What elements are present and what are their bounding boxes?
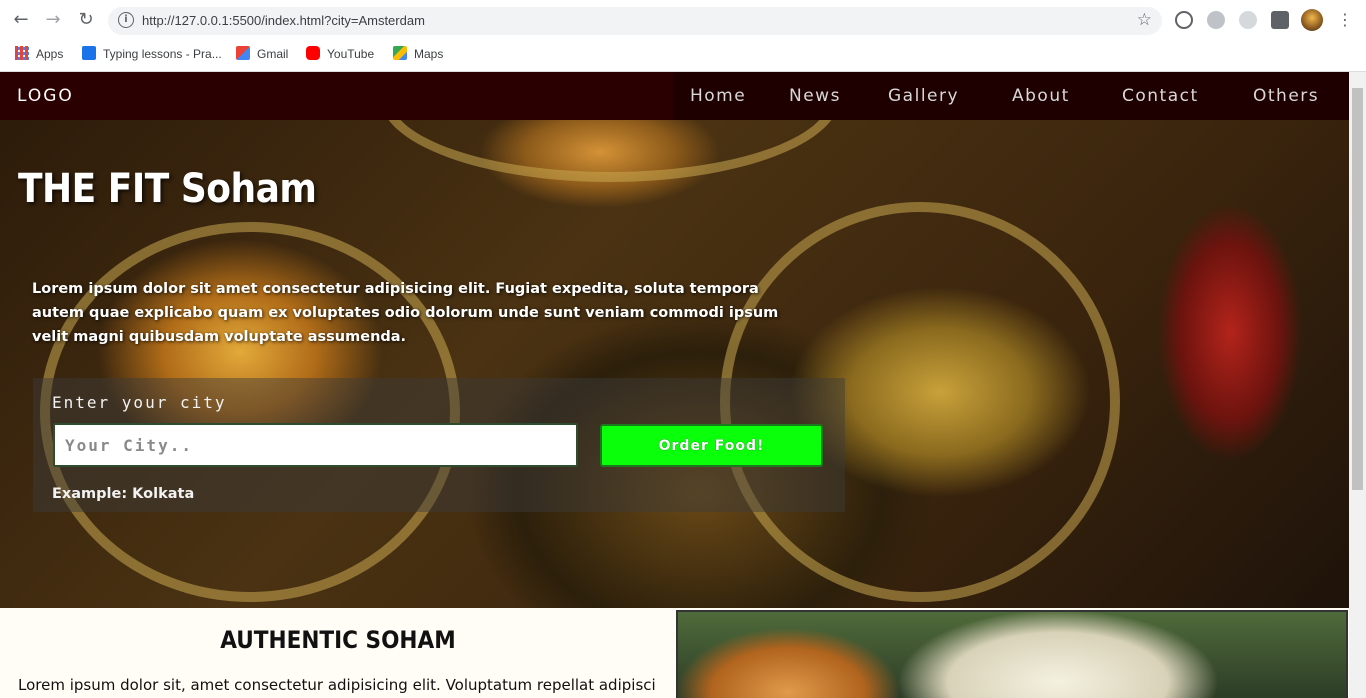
city-input[interactable]	[53, 423, 578, 467]
extension-sync-icon[interactable]	[1175, 11, 1193, 29]
apps-grid-icon	[15, 46, 29, 60]
hero-title: THE FIT Soham	[18, 166, 317, 212]
nav-menu: Home News Gallery About Contact Others	[673, 72, 1349, 120]
bookmark-typing-lessons[interactable]: Typing lessons - Pra...	[82, 45, 222, 63]
extensions-puzzle-icon[interactable]	[1271, 11, 1289, 29]
reload-icon[interactable]: ↻	[74, 8, 98, 32]
hero-section: LOGO Home News Gallery About Contact Oth…	[0, 72, 1349, 608]
bookmark-label: YouTube	[327, 47, 375, 61]
extension-compass-icon[interactable]	[1207, 11, 1225, 29]
nav-gallery[interactable]: Gallery	[888, 86, 959, 106]
hero-description: Lorem ipsum dolor sit amet consectetur a…	[32, 281, 779, 345]
city-example: Example: Kolkata	[52, 486, 195, 502]
logo-area: LOGO	[0, 72, 673, 120]
gmail-icon	[236, 46, 250, 60]
extension-k-icon[interactable]	[1239, 11, 1257, 29]
bookmark-gmail[interactable]: Gmail	[236, 45, 288, 63]
back-arrow-icon[interactable]: ←	[9, 8, 33, 32]
nav-news[interactable]: News	[789, 86, 841, 106]
bookmark-label: Typing lessons - Pra...	[103, 47, 222, 61]
scrollbar-thumb[interactable]	[1352, 88, 1363, 490]
url-text: http://127.0.0.1:5500/index.html?city=Am…	[142, 13, 425, 28]
nav-about[interactable]: About	[1012, 86, 1070, 106]
nav-contact[interactable]: Contact	[1122, 86, 1199, 106]
site-logo[interactable]: LOGO	[17, 86, 74, 106]
authentic-section: AUTHENTIC SOHAM Lorem ipsum dolor sit, a…	[0, 608, 1349, 698]
forward-arrow-icon[interactable]: →	[41, 8, 65, 32]
bookmark-label: Apps	[36, 47, 64, 61]
keyboard-icon	[82, 46, 96, 60]
profile-avatar[interactable]	[1301, 9, 1323, 31]
bookmark-star-icon[interactable]: ☆	[1137, 10, 1152, 30]
site-info-icon[interactable]: i	[118, 12, 134, 28]
address-bar[interactable]: i http://127.0.0.1:5500/index.html?city=…	[108, 7, 1162, 35]
order-form: Enter your city Order Food! Example: Kol…	[33, 378, 845, 512]
youtube-icon	[306, 46, 320, 60]
section-text: Lorem ipsum dolor sit, amet consectetur …	[18, 676, 656, 694]
bookmark-maps[interactable]: Maps	[393, 45, 443, 63]
site-navbar: LOGO Home News Gallery About Contact Oth…	[0, 72, 1349, 120]
bookmark-apps[interactable]: Apps	[15, 45, 63, 63]
browser-menu-icon[interactable]: ⋮	[1333, 8, 1357, 32]
bookmark-label: Maps	[414, 47, 444, 61]
browser-toolbar: ← → ↻ i http://127.0.0.1:5500/index.html…	[0, 0, 1366, 40]
nav-home[interactable]: Home	[690, 86, 746, 106]
bookmark-youtube[interactable]: YouTube	[306, 45, 374, 63]
section-title: AUTHENTIC SOHAM	[220, 626, 456, 654]
city-label: Enter your city	[52, 393, 227, 412]
nav-others[interactable]: Others	[1253, 86, 1319, 106]
maps-icon	[393, 46, 407, 60]
bookmark-label: Gmail	[257, 47, 289, 61]
order-food-button[interactable]: Order Food!	[600, 424, 823, 467]
web-page: LOGO Home News Gallery About Contact Oth…	[0, 72, 1366, 698]
browser-chrome: ← → ↻ i http://127.0.0.1:5500/index.html…	[0, 0, 1366, 72]
bookmarks-bar: Apps Typing lessons - Pra... Gmail YouTu…	[0, 40, 1366, 68]
food-image	[676, 610, 1348, 698]
page-scrollbar[interactable]	[1349, 72, 1366, 698]
